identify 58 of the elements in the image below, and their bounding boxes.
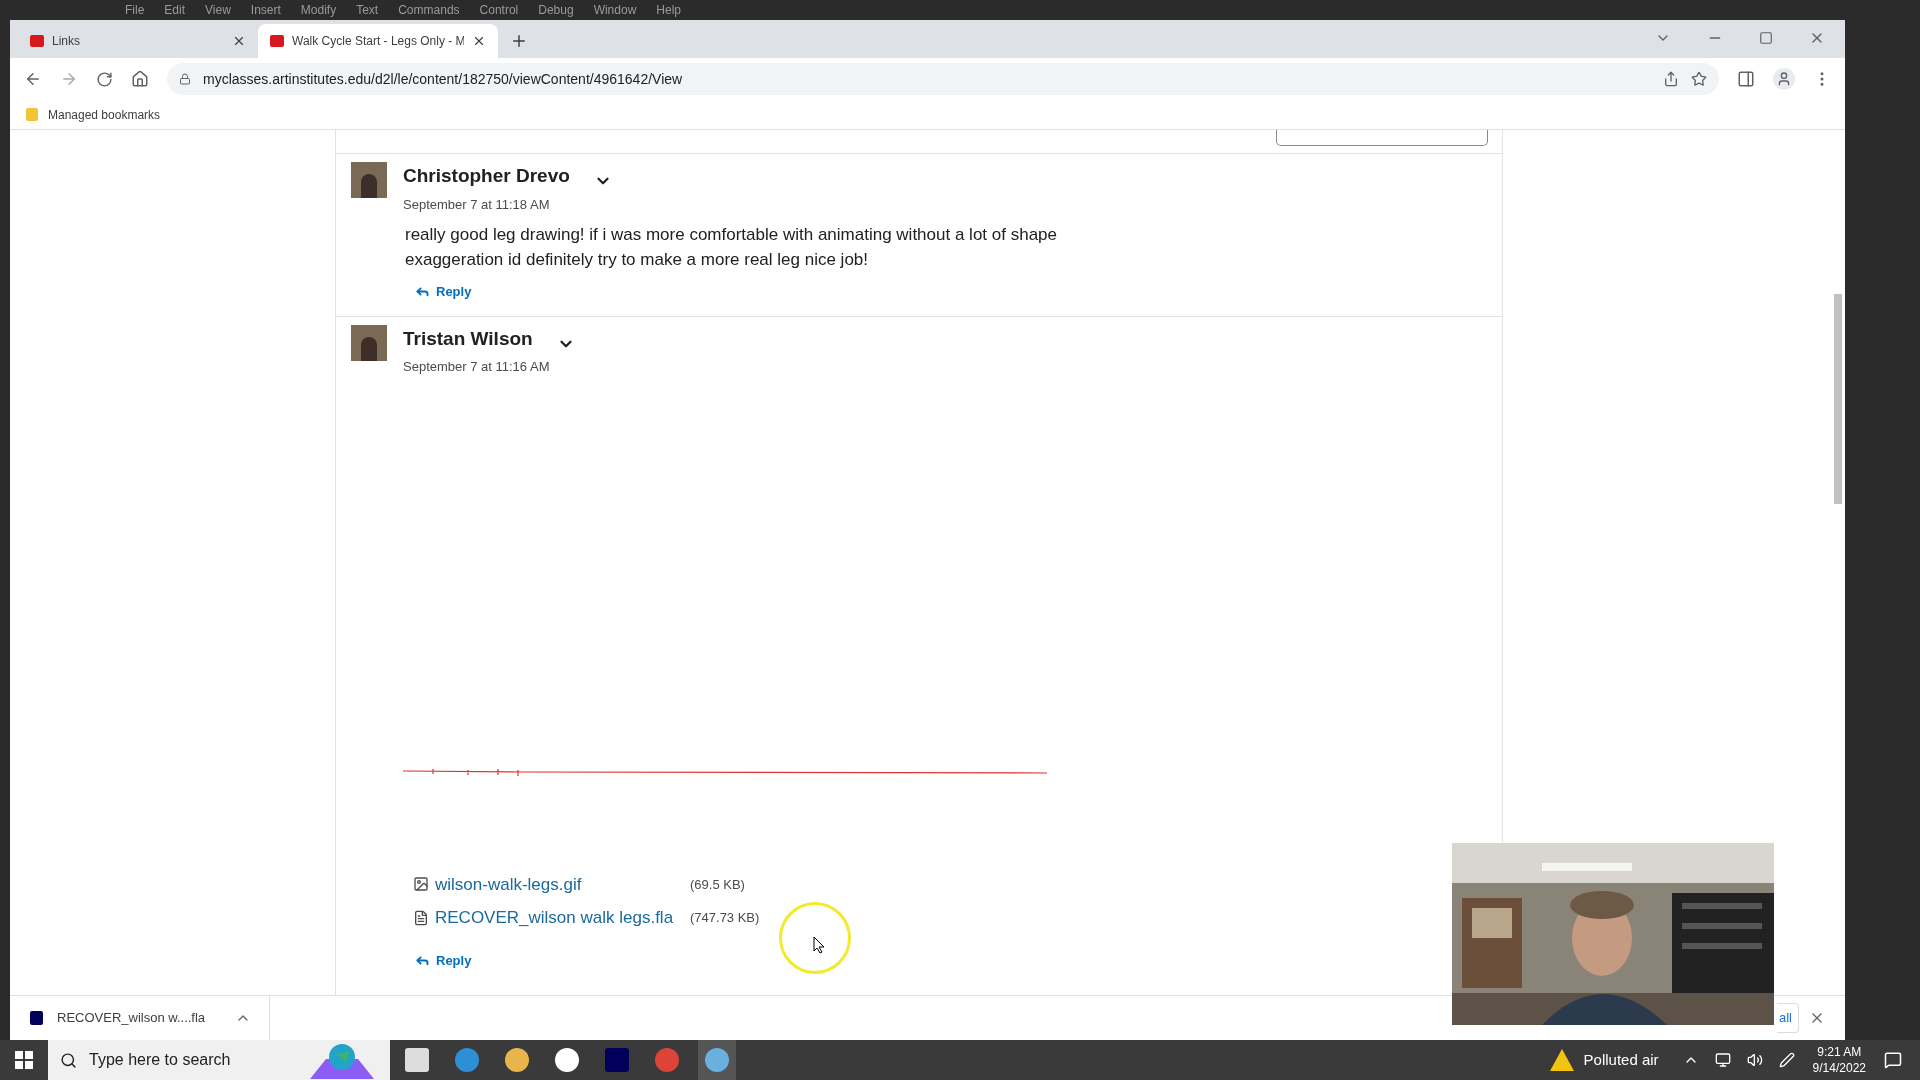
new-tab-icon[interactable]	[510, 32, 528, 50]
avatar	[351, 162, 387, 198]
pen-icon[interactable]	[1778, 1052, 1795, 1068]
lock-icon[interactable]	[179, 73, 191, 85]
side-panel-icon[interactable]	[1737, 70, 1755, 88]
attachment-link[interactable]: wilson-walk-legs.gif	[435, 871, 690, 897]
file-icon	[30, 1011, 43, 1025]
network-icon[interactable]	[1714, 1052, 1731, 1068]
close-icon[interactable]	[232, 34, 246, 48]
avatar	[351, 324, 387, 361]
warning-icon	[1549, 1049, 1574, 1071]
star-icon[interactable]	[1691, 71, 1707, 87]
file-size: (747.73 KB)	[690, 909, 760, 927]
notification-icon[interactable]	[1884, 1051, 1902, 1069]
maximize-icon[interactable]	[1759, 31, 1773, 45]
address-bar[interactable]: myclasses.artinstitutes.edu/d2l/le/content/182750/viewContent/4961642/View	[167, 63, 1719, 95]
menu-item[interactable]: Window	[593, 1, 637, 19]
author-name[interactable]: Christopher Drevo	[403, 162, 570, 191]
menu-item[interactable]: File	[125, 1, 145, 19]
scrollbar-thumb[interactable]	[1834, 294, 1842, 504]
menu-item[interactable]: Help	[656, 1, 681, 19]
browser-tab[interactable]: Walk Cycle Start - Legs Only - M	[258, 24, 498, 58]
clock-date[interactable]: 9/14/2022	[1812, 1060, 1866, 1076]
image-icon	[413, 876, 429, 893]
back-icon[interactable]	[24, 70, 42, 88]
cursor-icon	[813, 936, 825, 954]
menu-item[interactable]: Control	[479, 1, 519, 19]
download-item[interactable]: RECOVER_wilson w....fla	[57, 1008, 206, 1028]
menu-item[interactable]: Debug	[538, 1, 574, 19]
menu-item[interactable]: Commands	[398, 1, 460, 19]
post-date: September 7 at 11:16 AM	[403, 358, 551, 376]
document-icon	[413, 909, 429, 926]
home-icon[interactable]	[131, 70, 149, 88]
post-date: September 7 at 11:18 AM	[403, 195, 551, 214]
clock-time[interactable]: 9:21 AM	[1817, 1044, 1862, 1060]
post-body: really good leg drawing! if i was more comfortable with animating without a lot of shape exaggeration id definitely try to make a more real leg nice job!	[405, 224, 1058, 271]
weather-text[interactable]: Polluted air	[1583, 1048, 1659, 1072]
show-all-button[interactable]: all	[1777, 1003, 1799, 1033]
bookmark-link[interactable]: Managed bookmarks	[48, 105, 161, 124]
menu-item[interactable]: Edit	[164, 1, 186, 19]
menu-item[interactable]: Text	[356, 1, 379, 19]
file-size: (69.5 KB)	[690, 875, 745, 894]
app-logo-icon	[270, 35, 284, 47]
menu-item[interactable]: Modify	[300, 1, 337, 19]
menu-item[interactable]: View	[205, 1, 231, 19]
attachment-link[interactable]: RECOVER_wilson walk legs.fla	[435, 905, 690, 931]
share-icon[interactable]	[1663, 71, 1679, 87]
menu-item[interactable]: Insert	[250, 1, 281, 19]
reply-button[interactable]: Reply	[415, 282, 1487, 302]
close-icon[interactable]	[472, 34, 486, 48]
volume-icon[interactable]	[1746, 1052, 1763, 1068]
search-field[interactable]: Type here to search	[48, 1040, 390, 1080]
profile-icon[interactable]	[1773, 68, 1795, 90]
app-logo-icon	[30, 35, 44, 47]
reload-icon[interactable]	[96, 70, 113, 88]
folder-icon	[26, 108, 38, 121]
search-icon	[60, 1051, 77, 1069]
author-name[interactable]: Tristan Wilson	[403, 324, 533, 353]
